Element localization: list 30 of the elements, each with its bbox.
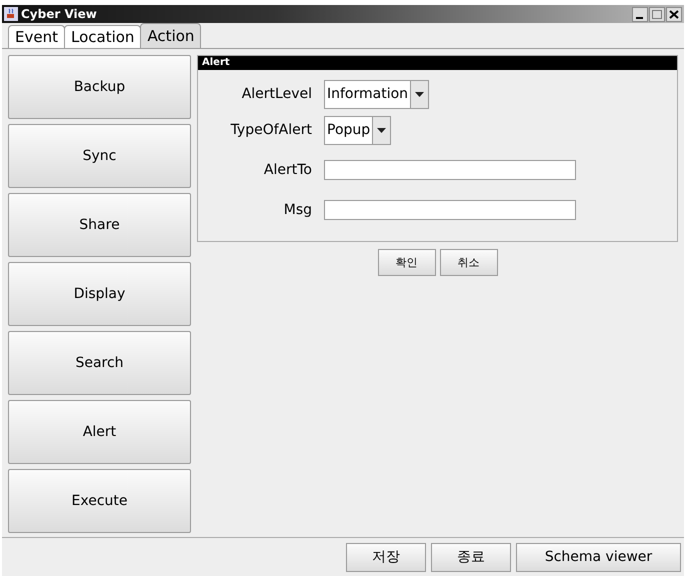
window-title: Cyber View [21, 7, 98, 21]
tab[interactable]: Location [64, 25, 142, 48]
action-button[interactable]: Alert [8, 400, 191, 464]
input-field[interactable] [324, 200, 576, 220]
close-icon[interactable] [666, 6, 682, 22]
dialog-button[interactable]: 취소 [440, 249, 498, 276]
input-field[interactable] [324, 160, 576, 180]
footer-button[interactable]: Schema viewer [516, 542, 681, 572]
dropdown[interactable]: Popup [324, 116, 392, 144]
field-label: TypeOfAlert [230, 122, 313, 138]
field-label: AlertTo [262, 162, 313, 178]
action-button[interactable]: Execute [8, 469, 191, 533]
cup-icon [4, 7, 18, 21]
action-button[interactable]: Search [8, 331, 191, 395]
field-label: AlertLevel [240, 86, 313, 102]
field-label: Msg [282, 202, 313, 218]
dialog-button[interactable]: 확인 [378, 249, 436, 276]
dropdown[interactable]: Information [324, 80, 430, 108]
action-button[interactable]: Backup [8, 55, 191, 119]
minimize-icon[interactable] [632, 6, 648, 22]
footer-button[interactable]: 종료 [431, 542, 511, 572]
caret-icon [377, 128, 386, 132]
action-button[interactable]: Share [8, 193, 191, 257]
tab[interactable]: Action [140, 23, 202, 48]
tab[interactable]: Event [8, 25, 65, 48]
action-button[interactable]: Display [8, 262, 191, 326]
footer-button[interactable]: 저장 [346, 542, 426, 572]
caret-icon [415, 92, 424, 96]
panel-title: Alert [198, 56, 677, 70]
action-button[interactable]: Sync [8, 124, 191, 188]
